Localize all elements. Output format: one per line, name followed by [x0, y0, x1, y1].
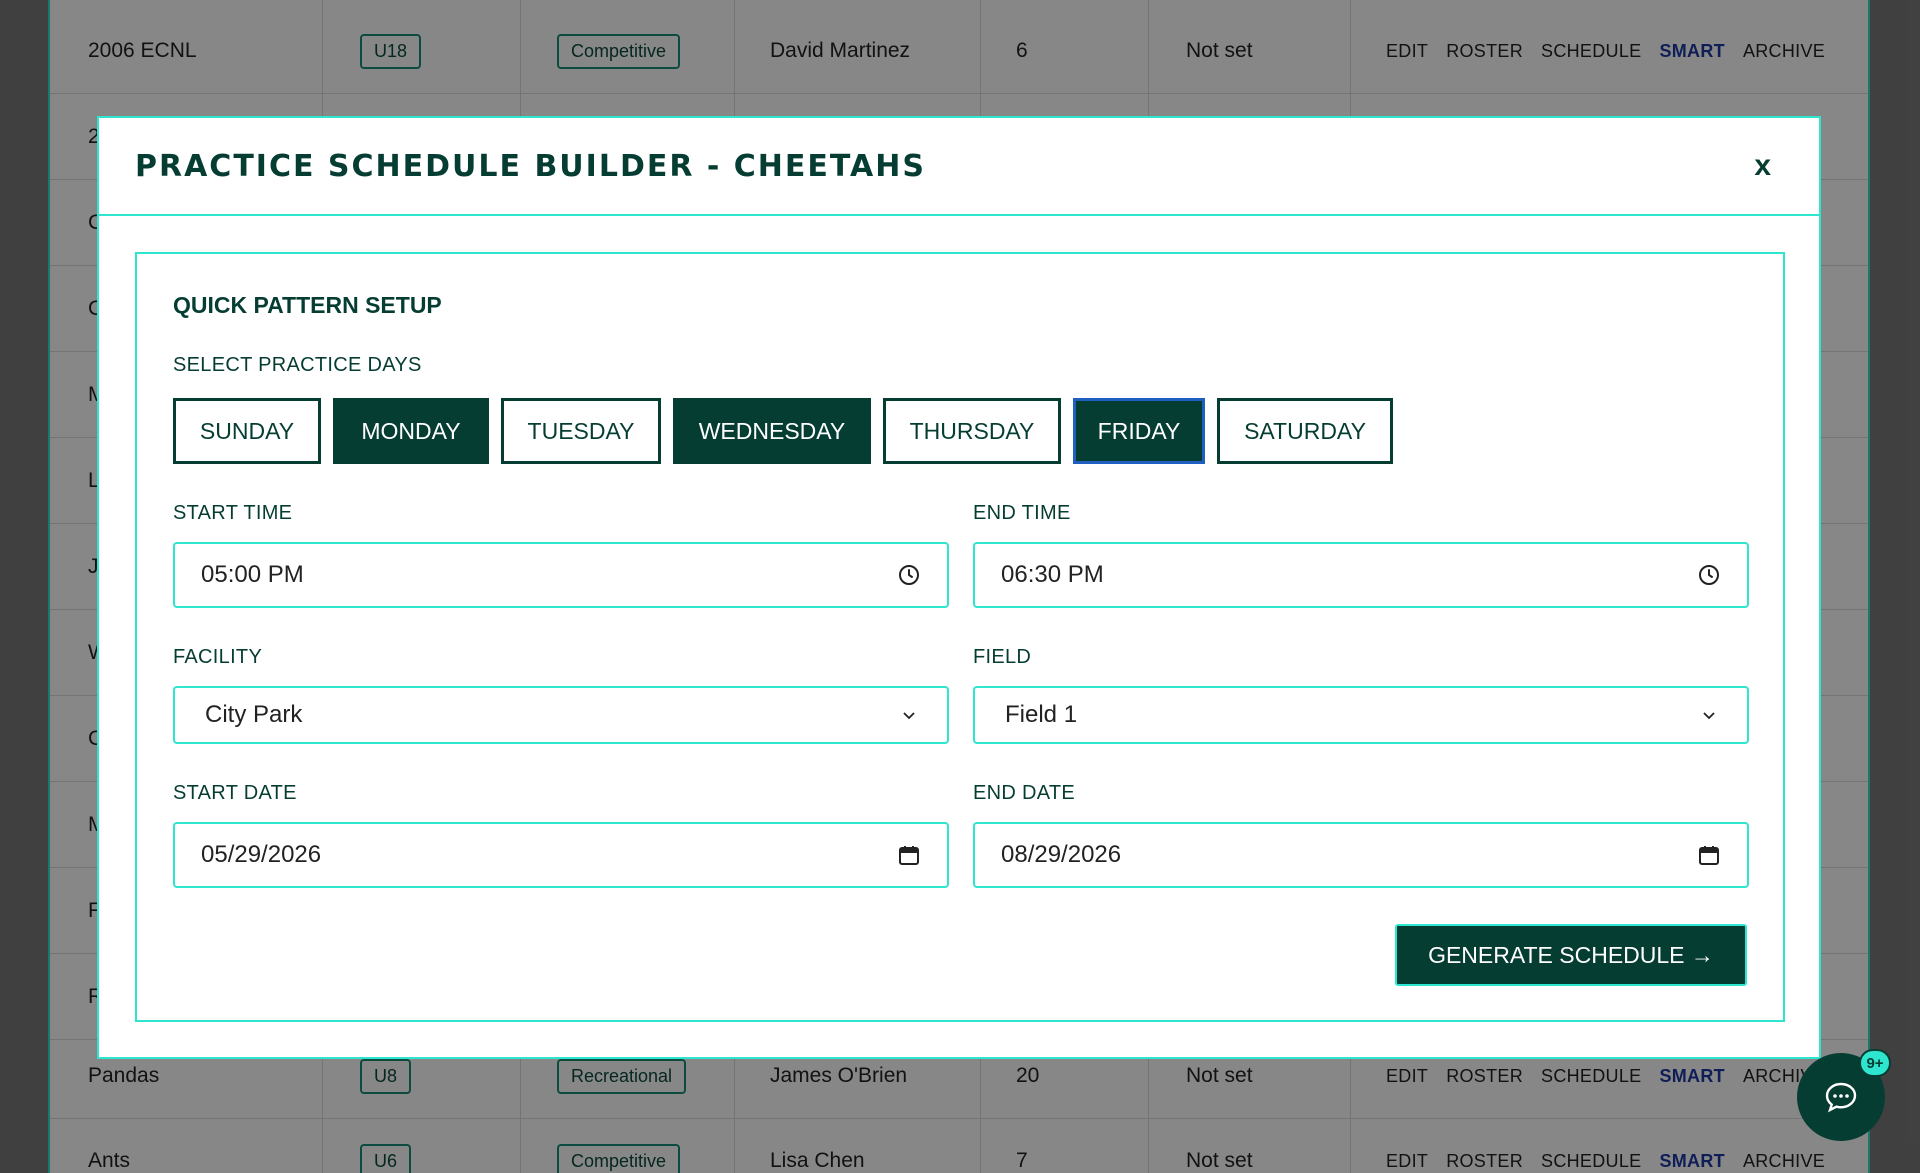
end-date-value: 08/29/2026	[1001, 841, 1122, 868]
quick-pattern-panel: QUICK PATTERN SETUP SELECT PRACTICE DAYS…	[135, 252, 1785, 1022]
end-date-input[interactable]: 08/29/2026	[973, 822, 1749, 888]
start-time-value: 05:00 PM	[201, 561, 304, 588]
facility-value: City Park	[205, 701, 303, 728]
end-time-label: END TIME	[973, 502, 1071, 524]
chat-bubble-icon	[1823, 1079, 1859, 1115]
start-time-label: START TIME	[173, 502, 293, 524]
notification-badge: 9+	[1859, 1049, 1891, 1077]
end-date-label: END DATE	[973, 782, 1076, 804]
facility-select[interactable]: City Park	[173, 686, 949, 744]
days-label: SELECT PRACTICE DAYS	[173, 354, 422, 376]
chevron-down-icon	[901, 707, 917, 723]
field-label: FIELD	[973, 646, 1032, 668]
day-tuesday-button[interactable]: TUESDAY	[501, 398, 661, 464]
day-monday-button[interactable]: MONDAY	[333, 398, 489, 464]
day-thursday-button[interactable]: THURSDAY	[883, 398, 1061, 464]
start-date-input[interactable]: 05/29/2026	[173, 822, 949, 888]
modal-title: PRACTICE SCHEDULE BUILDER - CHEETAHS	[135, 148, 926, 184]
modal-header: PRACTICE SCHEDULE BUILDER - CHEETAHS x	[99, 118, 1819, 216]
day-saturday-button[interactable]: SATURDAY	[1217, 398, 1393, 464]
clock-icon[interactable]	[1697, 563, 1721, 587]
section-title: QUICK PATTERN SETUP	[173, 292, 442, 318]
start-date-label: START DATE	[173, 782, 297, 804]
calendar-icon[interactable]	[897, 843, 921, 867]
calendar-icon[interactable]	[1697, 843, 1721, 867]
chevron-down-icon	[1701, 707, 1717, 723]
day-friday-button[interactable]: FRIDAY	[1073, 398, 1205, 464]
start-date-value: 05/29/2026	[201, 841, 322, 868]
day-wednesday-button[interactable]: WEDNESDAY	[673, 398, 871, 464]
close-button[interactable]: x	[1742, 143, 1783, 189]
clock-icon[interactable]	[897, 563, 921, 587]
day-selector: SUNDAY MONDAY TUESDAY WEDNESDAY THURSDAY…	[173, 398, 1393, 464]
schedule-builder-modal: PRACTICE SCHEDULE BUILDER - CHEETAHS x Q…	[97, 116, 1821, 1059]
day-sunday-button[interactable]: SUNDAY	[173, 398, 321, 464]
generate-schedule-button[interactable]: GENERATE SCHEDULE →	[1395, 924, 1747, 986]
field-select[interactable]: Field 1	[973, 686, 1749, 744]
facility-label: FACILITY	[173, 646, 263, 668]
start-time-input[interactable]: 05:00 PM	[173, 542, 949, 608]
field-value: Field 1	[1005, 701, 1078, 728]
end-time-value: 06:30 PM	[1001, 561, 1104, 588]
end-time-input[interactable]: 06:30 PM	[973, 542, 1749, 608]
